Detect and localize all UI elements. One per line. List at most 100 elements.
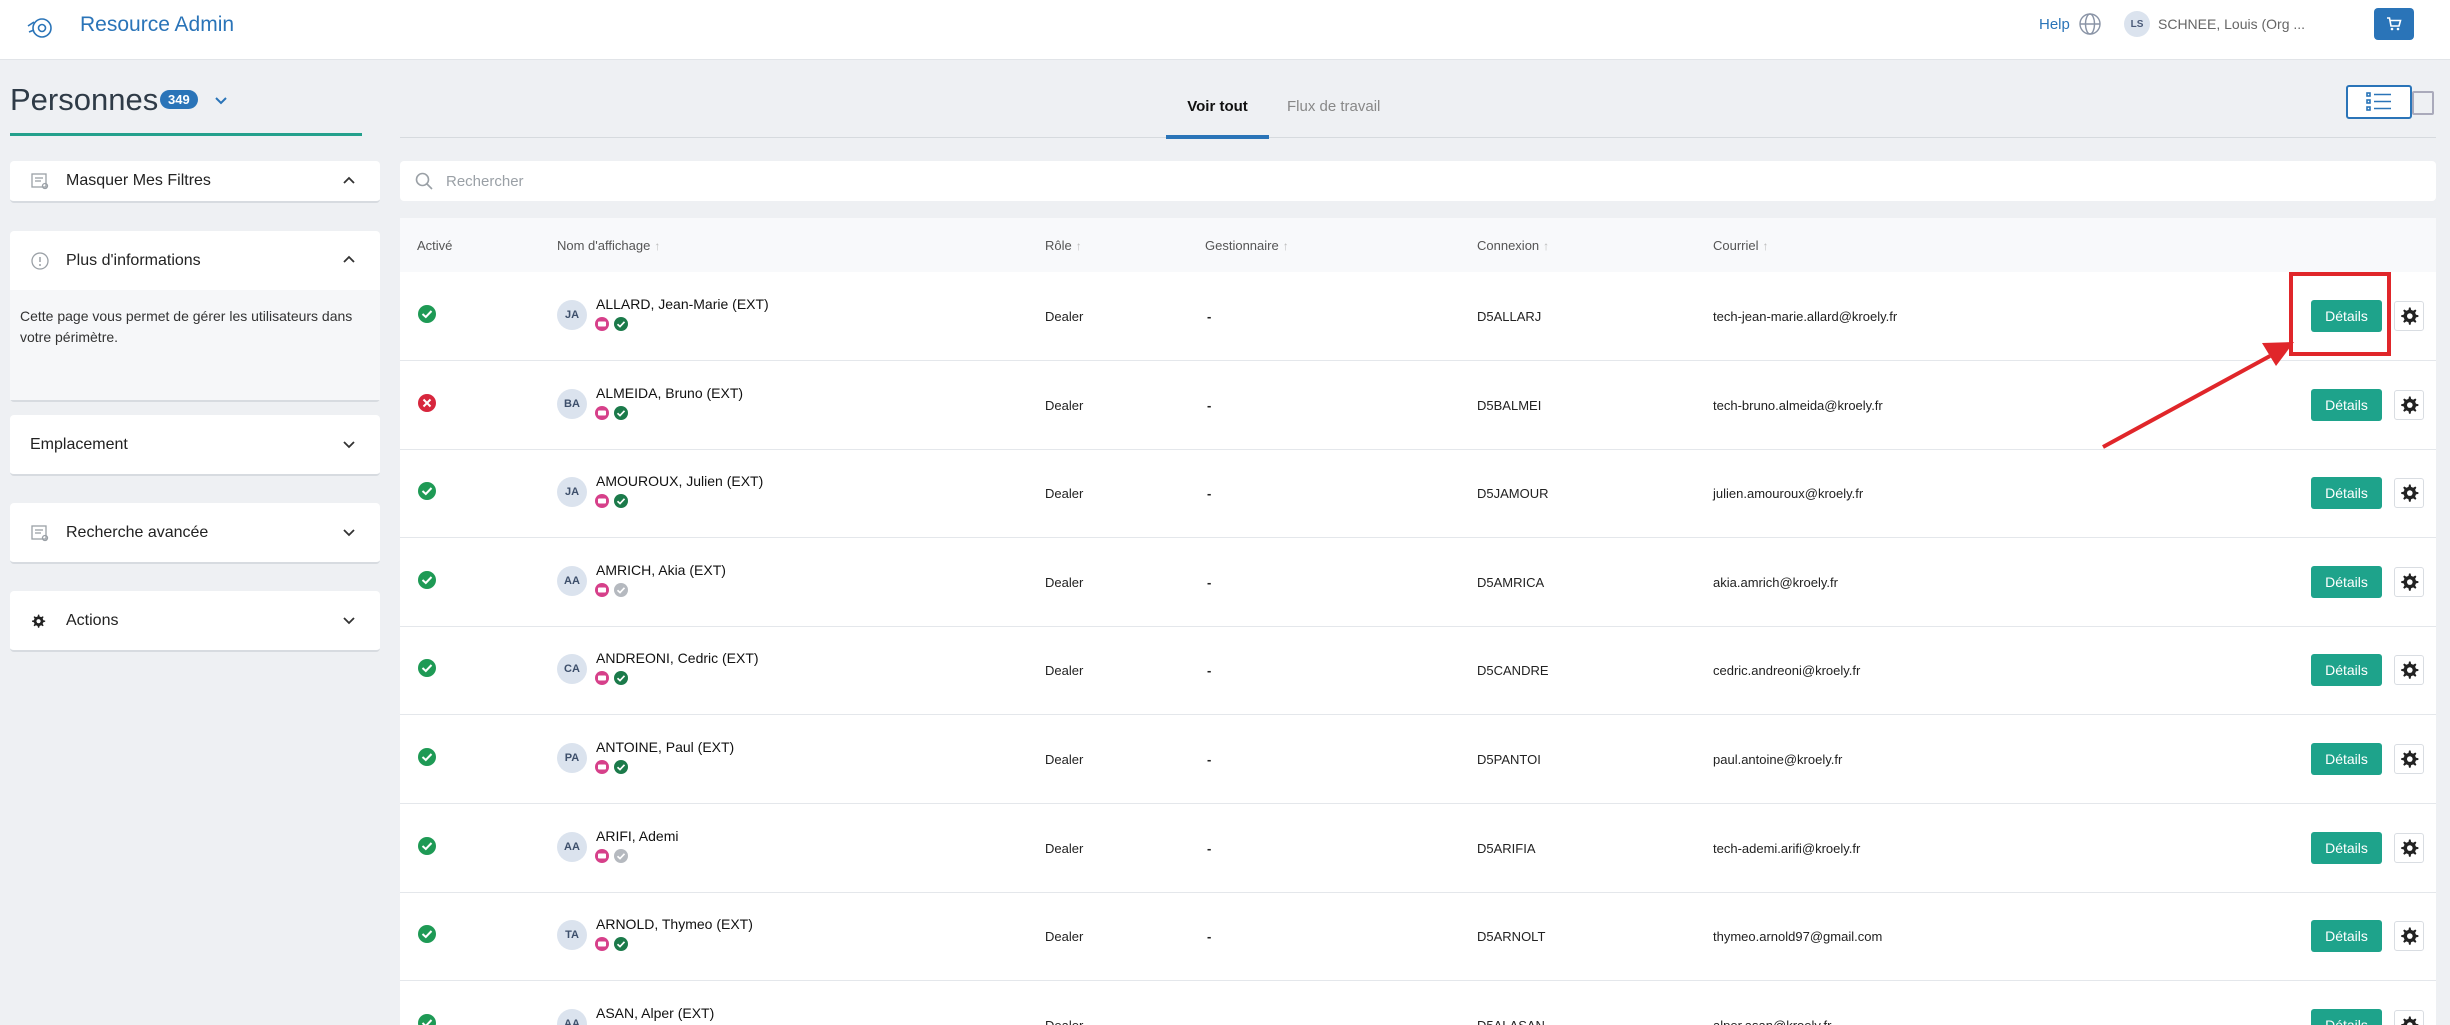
count-badge: 349 [160,90,198,109]
details-button[interactable]: Détails [2311,477,2382,510]
row-settings-button[interactable] [2394,1009,2424,1025]
cart-icon [2387,17,2402,31]
user-avatar[interactable]: LS [2124,11,2150,37]
user-badges [594,670,629,686]
table-row[interactable]: BA ALMEIDA, Bruno (EXT) Dealer - D5BALMEI tec… [400,361,2436,450]
chevron-up-icon [343,176,355,184]
row-settings-button[interactable] [2394,744,2424,774]
details-button[interactable]: Détails [2311,831,2382,864]
column-header-display-name[interactable]: Nom d'affichage ↑ [557,238,660,253]
email-cell: tech-ademi.arifi@kroely.fr [1713,840,1861,856]
active-check-icon [418,305,436,323]
verified-check-icon [614,671,628,686]
details-button[interactable]: Détails [2311,388,2382,421]
login-cell: D5BALMEI [1477,397,1542,413]
details-button[interactable]: Détails [2311,654,2382,687]
column-header-manager[interactable]: Gestionnaire ↑ [1205,238,1289,253]
app-title[interactable]: Resource Admin [80,13,234,37]
card-view-button[interactable] [2412,91,2434,115]
verified-check-icon [614,317,628,331]
id-card-icon [595,405,609,420]
verified-check-icon [614,937,628,952]
search-input[interactable] [446,172,2246,190]
list-view-button[interactable] [2346,85,2412,119]
verified-check-icon [614,494,628,509]
column-header-email[interactable]: Courriel ↑ [1713,238,1769,253]
gear-icon [2401,307,2419,325]
table-header: Activé Nom d'affichage ↑ Rôle ↑ Gestionnai… [400,218,2436,272]
info-toggle[interactable]: Plus d'informations [10,231,380,290]
table-row[interactable]: AA ASAN, Alper (EXT) Dealer - D5ALASAN alper.… [400,981,2436,1025]
manager-cell: - [1207,397,1212,413]
table-row[interactable]: CA ANDREONI, Cedric (EXT) Dealer - D5CANDRE c… [400,626,2436,716]
tabs-divider [400,137,2436,138]
filters-toggle[interactable]: Masquer Mes Filtres [10,161,380,201]
actions-toggle[interactable]: Actions [10,591,380,650]
email-cell: paul.antoine@kroely.fr [1713,752,1843,767]
actions-label: Actions [66,611,119,629]
unverified-check-icon [614,848,628,863]
table-row[interactable]: PA ANTOINE, Paul (EXT) Dealer - D5PANTOI paul… [400,715,2436,804]
active-check-icon [418,925,436,944]
id-card-icon [595,671,609,686]
display-name: ALMEIDA, Bruno (EXT) [596,384,744,401]
app-logo-icon[interactable] [24,12,58,46]
table-row[interactable]: AA AMRICH, Akia (EXT) Dealer - D5AMRICA akia.… [400,538,2436,627]
info-text: Cette page vous permet de gérer les util… [10,290,380,400]
email-cell: tech-bruno.almeida@kroely.fr [1713,397,1883,413]
column-header-login[interactable]: Connexion ↑ [1477,238,1549,253]
gear-icon [2401,750,2419,768]
column-header-role[interactable]: Rôle ↑ [1045,238,1082,253]
login-cell: D5CANDRE [1477,663,1549,679]
row-settings-button[interactable] [2394,389,2424,420]
chevron-down-icon [343,529,355,537]
advanced-search-toggle[interactable]: Recherche avancée [10,503,380,562]
active-check-icon [418,659,436,678]
row-settings-button[interactable] [2394,655,2424,686]
row-settings-button[interactable] [2394,832,2424,863]
details-button[interactable]: Détails [2311,300,2382,332]
role-cell: Dealer [1045,574,1084,590]
details-button[interactable]: Détails [2311,1008,2382,1025]
row-settings-button[interactable] [2394,478,2424,509]
table-row[interactable]: AA ARIFI, Ademi Dealer - D5ARIFIA tech-ademi.… [400,804,2436,893]
manager-cell: - [1207,574,1212,590]
active-tab-indicator [1166,135,1269,139]
display-name: AMRICH, Akia (EXT) [596,561,726,578]
table-row[interactable]: JA ALLARD, Jean-Marie (EXT) Dealer - D5ALLAR… [400,272,2436,361]
login-cell: D5ALLARJ [1477,309,1542,324]
verified-check-icon [614,760,628,774]
role-cell: Dealer [1045,663,1084,679]
globe-icon[interactable] [2077,11,2103,37]
display-name: ASAN, Alper (EXT) [596,1004,715,1021]
details-button[interactable]: Détails [2311,920,2382,953]
cart-button[interactable] [2374,8,2414,40]
tab-flux-de-travail[interactable]: Flux de travail [1287,98,1380,115]
tab-voir-tout[interactable]: Voir tout [1166,98,1269,115]
email-cell: alper.asan@kroely.fr [1713,1018,1831,1025]
user-badges [594,316,629,332]
active-check-icon [418,482,436,501]
user-badges [594,405,629,421]
table-row[interactable]: JA AMOUROUX, Julien (EXT) Dealer - D5JAMOUR j… [400,449,2436,539]
details-button[interactable]: Détails [2311,743,2382,775]
id-card-icon [595,760,609,774]
location-toggle[interactable]: Emplacement [10,415,380,474]
row-settings-button[interactable] [2394,921,2424,952]
role-cell: Dealer [1045,309,1084,324]
chevron-down-icon[interactable] [211,91,231,111]
details-button[interactable]: Détails [2311,565,2382,598]
user-name[interactable]: SCHNEE, Louis (Org ... [2158,16,2305,32]
advanced-search-panel: Recherche avancée [10,503,380,564]
table-row[interactable]: TA ARNOLD, Thymeo (EXT) Dealer - D5ARNOLT thy… [400,892,2436,982]
avatar: CA [557,654,587,685]
row-settings-button[interactable] [2394,301,2424,331]
location-panel: Emplacement [10,415,380,476]
user-badges [594,848,629,864]
help-link[interactable]: Help [2039,16,2070,33]
view-toggle [2346,85,2436,121]
email-cell: tech-jean-marie.allard@kroely.fr [1713,309,1898,324]
row-settings-button[interactable] [2394,566,2424,597]
manager-cell: - [1207,840,1212,856]
gear-icon [2401,839,2419,857]
